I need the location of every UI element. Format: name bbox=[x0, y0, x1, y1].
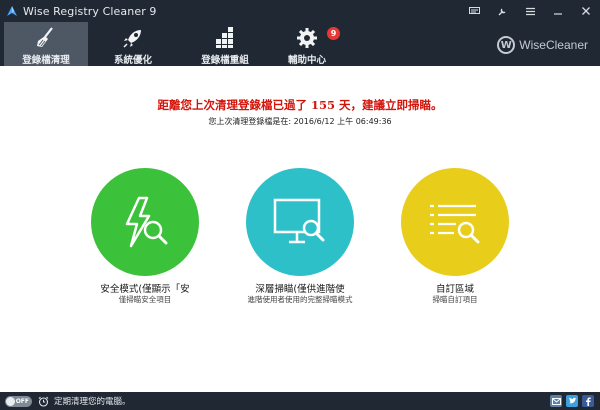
last-clean-time: 您上次清理登錄檔是在: 2016/6/12 上午 06:49:36 bbox=[208, 117, 392, 126]
tab-help-center[interactable]: 輔助中心 9 bbox=[276, 22, 340, 66]
window-title: Wise Registry Cleaner 9 bbox=[23, 4, 157, 18]
broom-icon bbox=[34, 24, 58, 51]
monitor-magnifier-icon bbox=[273, 198, 325, 244]
deep-scan-title[interactable]: 深層掃瞄(僅供進階使 bbox=[230, 281, 370, 295]
toggle-knob bbox=[6, 396, 15, 406]
schedule-toggle[interactable]: OFF bbox=[5, 395, 32, 407]
status-bar: OFF 定期清理您的電腦。 bbox=[0, 392, 600, 410]
toggle-state: OFF bbox=[15, 397, 29, 405]
brand-logo: W WiseCleaner bbox=[497, 36, 588, 54]
custom-area-button[interactable] bbox=[401, 168, 509, 276]
tools-icon[interactable] bbox=[488, 0, 516, 22]
app-logo-icon bbox=[5, 4, 19, 18]
brand-name: WiseCleaner bbox=[519, 38, 588, 52]
twitter-icon[interactable] bbox=[566, 395, 578, 407]
facebook-icon[interactable] bbox=[582, 395, 594, 407]
notification-badge: 9 bbox=[327, 27, 340, 40]
rocket-icon bbox=[121, 24, 145, 51]
deep-scan-button[interactable] bbox=[246, 168, 354, 276]
schedule-text[interactable]: 定期清理您的電腦。 bbox=[54, 395, 131, 407]
defrag-icon bbox=[213, 24, 237, 51]
title-bar: Wise Registry Cleaner 9 bbox=[0, 0, 600, 22]
feedback-icon[interactable] bbox=[460, 0, 488, 22]
tab-registry-defrag[interactable]: 登錄檔重組 bbox=[186, 22, 264, 66]
custom-area-desc: 掃瞄自訂項目 bbox=[432, 295, 478, 304]
app-window: Wise Registry Cleaner 9 登錄檔清理 系統優化 登錄檔重組… bbox=[0, 0, 600, 410]
deep-scan-desc: 進階使用者使用的完整掃瞄模式 bbox=[247, 295, 353, 304]
custom-area-circle[interactable] bbox=[401, 168, 509, 276]
wisecleaner-logo-icon: W bbox=[497, 36, 516, 54]
lightning-magnifier-icon bbox=[125, 196, 168, 248]
window-controls bbox=[460, 0, 600, 22]
tab-registry-cleaner[interactable]: 登錄檔清理 bbox=[4, 22, 88, 66]
list-magnifier-icon bbox=[430, 204, 480, 244]
safe-mode-desc: 僅掃瞄安全項目 bbox=[118, 295, 172, 304]
menu-icon[interactable] bbox=[516, 0, 544, 22]
tab-system-tuneup[interactable]: 系統優化 bbox=[95, 22, 171, 66]
social-links bbox=[550, 395, 594, 407]
safe-mode-title[interactable]: 安全模式(僅顯示「安 bbox=[75, 281, 215, 295]
gear-icon bbox=[295, 24, 319, 51]
custom-area-title[interactable]: 自訂區域 bbox=[385, 281, 525, 295]
safe-mode-button[interactable] bbox=[91, 168, 199, 276]
main-nav: 登錄檔清理 系統優化 登錄檔重組 輔助中心 9 W WiseCleaner bbox=[0, 22, 600, 66]
close-icon[interactable] bbox=[572, 0, 600, 22]
minimize-icon[interactable] bbox=[544, 0, 572, 22]
alarm-clock-icon bbox=[38, 396, 49, 407]
email-icon[interactable] bbox=[550, 395, 562, 407]
deep-scan-circle[interactable] bbox=[246, 168, 354, 276]
safe-mode-circle[interactable] bbox=[91, 168, 199, 276]
scan-warning: 距離您上次清理登錄檔已過了 155 天，建議立即掃瞄。 bbox=[157, 98, 443, 112]
